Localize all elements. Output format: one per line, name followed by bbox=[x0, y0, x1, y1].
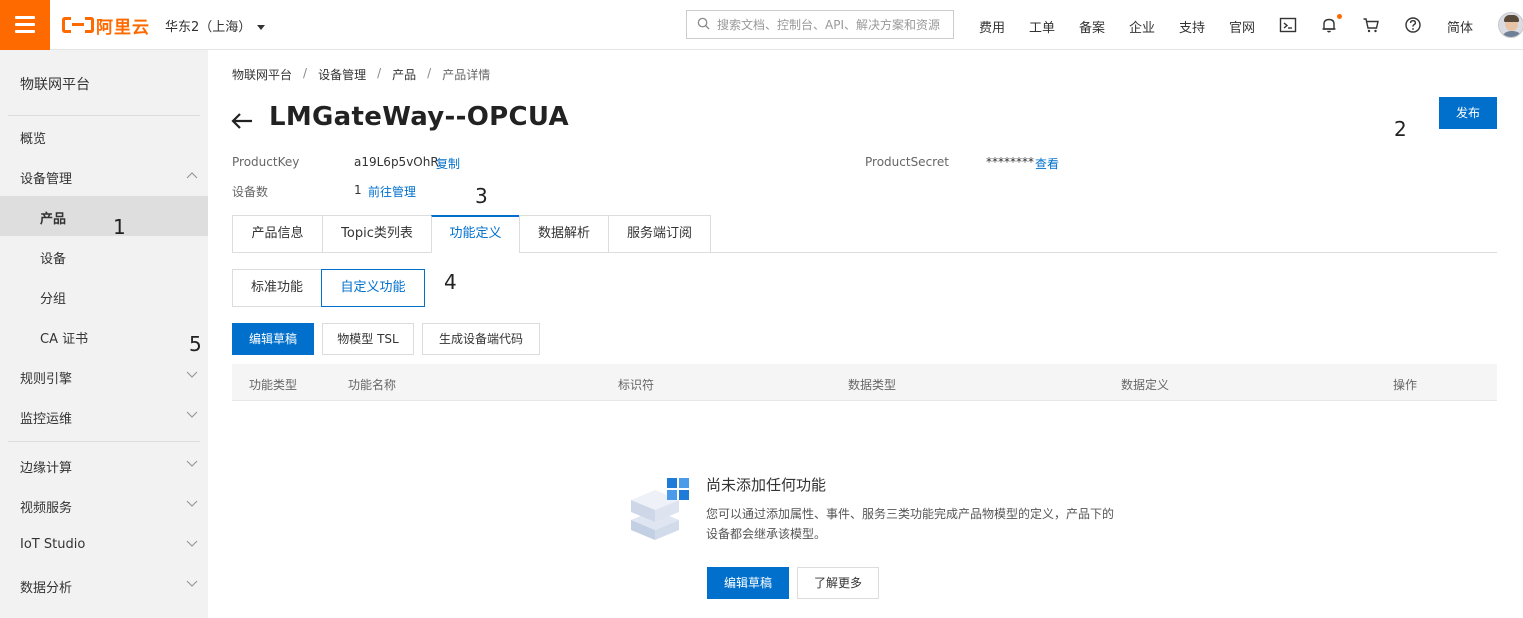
annotation-4: 4 bbox=[444, 270, 457, 294]
region-label: 华东2（上海） bbox=[165, 20, 252, 35]
back-arrow-icon[interactable] bbox=[231, 112, 253, 130]
column-function-type: 功能类型 bbox=[249, 378, 298, 392]
breadcrumb: 物联网平台 / 设备管理 / 产品 / 产品详情 bbox=[232, 66, 491, 83]
help-icon[interactable] bbox=[1403, 15, 1423, 35]
product-secret-value: ******** bbox=[986, 155, 1034, 169]
empty-edit-draft-button[interactable]: 编辑草稿 bbox=[707, 567, 789, 599]
edit-draft-button[interactable]: 编辑草稿 bbox=[232, 323, 314, 355]
column-actions: 操作 bbox=[1393, 378, 1418, 392]
terminal-icon[interactable] bbox=[1278, 15, 1298, 35]
language-switch[interactable]: 简体 bbox=[1447, 17, 1473, 36]
chevron-down-icon bbox=[186, 500, 198, 507]
chevron-down-icon bbox=[186, 460, 198, 467]
user-avatar[interactable] bbox=[1498, 12, 1523, 38]
annotation-5: 5 bbox=[189, 332, 202, 356]
notification-dot bbox=[1337, 14, 1342, 19]
sidebar-item-monitoring[interactable]: 监控运维 bbox=[0, 396, 208, 436]
learn-more-button[interactable]: 了解更多 bbox=[797, 567, 879, 599]
column-identifier: 标识符 bbox=[618, 378, 655, 392]
search-box[interactable] bbox=[686, 10, 954, 39]
tab-topic-list[interactable]: Topic类列表 bbox=[322, 215, 432, 253]
sidebar-item-rule-engine[interactable]: 规则引擎 bbox=[0, 356, 208, 396]
device-count-value: 1 bbox=[354, 183, 362, 197]
annotation-2: 2 bbox=[1394, 117, 1407, 141]
sidebar-item-device-management[interactable]: 设备管理 bbox=[0, 156, 208, 196]
sidebar-item-overview[interactable]: 概览 bbox=[0, 116, 208, 156]
sidebar-item-devices[interactable]: 设备 bbox=[0, 236, 208, 276]
tab-product-info[interactable]: 产品信息 bbox=[232, 215, 323, 253]
aliyun-logo-icon bbox=[62, 15, 94, 35]
sidebar-item-iot-studio[interactable]: IoT Studio bbox=[0, 525, 208, 565]
tab-server-subscription[interactable]: 服务端订阅 bbox=[608, 215, 711, 253]
sidebar-item-products[interactable]: 产品 bbox=[0, 196, 208, 236]
sidebar-item-video-service[interactable]: 视频服务 bbox=[0, 485, 208, 525]
breadcrumb-iot-platform[interactable]: 物联网平台 bbox=[232, 66, 292, 83]
bell-icon[interactable] bbox=[1319, 15, 1339, 35]
manage-devices-link[interactable]: 前往管理 bbox=[368, 183, 416, 200]
product-key-label: ProductKey bbox=[232, 155, 300, 169]
breadcrumb-product-detail: 产品详情 bbox=[442, 68, 491, 82]
segment-standard-functions[interactable]: 标准功能 bbox=[232, 269, 322, 307]
breadcrumb-device-management[interactable]: 设备管理 bbox=[318, 66, 366, 83]
nav-fees[interactable]: 费用 bbox=[979, 17, 1005, 36]
column-data-definition: 数据定义 bbox=[1121, 378, 1170, 392]
brand-name: 阿里云 bbox=[96, 17, 150, 38]
sidebar-item-ca-certificate[interactable]: CA 证书 bbox=[0, 316, 208, 356]
sidebar-divider bbox=[8, 441, 200, 442]
sidebar-item-groups[interactable]: 分组 bbox=[0, 276, 208, 316]
region-selector[interactable]: 华东2（上海） bbox=[165, 16, 266, 35]
empty-state-description: 您可以通过添加属性、事件、服务三类功能完成产品物模型的定义，产品下的设备都会继承… bbox=[706, 507, 1115, 541]
segment-custom-functions[interactable]: 自定义功能 bbox=[321, 269, 425, 307]
table-header: 功能类型 功能名称 标识符 数据类型 数据定义 操作 bbox=[232, 364, 1497, 401]
chevron-down-icon bbox=[186, 371, 198, 378]
annotation-1: 1 bbox=[113, 215, 126, 239]
sidebar-title: 物联网平台 bbox=[20, 77, 90, 93]
nav-support[interactable]: 支持 bbox=[1179, 17, 1205, 36]
menu-button[interactable] bbox=[0, 0, 50, 50]
nav-enterprise[interactable]: 企业 bbox=[1129, 17, 1155, 36]
cart-icon[interactable] bbox=[1361, 15, 1381, 35]
caret-down-icon bbox=[257, 25, 266, 30]
product-key-value: a19L6p5vOhR bbox=[354, 155, 439, 169]
copy-link[interactable]: 复制 bbox=[436, 155, 460, 172]
sidebar-item-data-analysis[interactable]: 数据分析 bbox=[0, 565, 208, 605]
annotation-3: 3 bbox=[475, 184, 488, 208]
nav-tickets[interactable]: 工单 bbox=[1029, 17, 1055, 36]
search-input[interactable] bbox=[717, 15, 949, 35]
top-bar: 阿里云 华东2（上海） 费用 工单 备案 企业 支持 官网 简体 bbox=[0, 0, 1523, 50]
empty-state-illustration-icon bbox=[631, 478, 689, 540]
nav-icp[interactable]: 备案 bbox=[1079, 17, 1105, 36]
aliyun-logo[interactable]: 阿里云 bbox=[62, 13, 150, 38]
menu-icon bbox=[15, 16, 35, 19]
sidebar: 物联网平台 概览 设备管理 产品 设备 分组 CA 证书 规则引擎 监控运维 边… bbox=[0, 50, 208, 618]
breadcrumb-products[interactable]: 产品 bbox=[392, 66, 416, 83]
view-secret-link[interactable]: 查看 bbox=[1035, 155, 1059, 172]
chevron-down-icon bbox=[186, 580, 198, 587]
generate-device-code-button[interactable]: 生成设备端代码 bbox=[422, 323, 540, 355]
publish-button[interactable]: 发布 bbox=[1439, 97, 1497, 129]
search-icon bbox=[697, 17, 710, 30]
tab-function-definition[interactable]: 功能定义 bbox=[431, 215, 520, 253]
tsl-button[interactable]: 物模型 TSL bbox=[322, 323, 414, 355]
column-function-name: 功能名称 bbox=[348, 378, 397, 392]
chevron-down-icon bbox=[186, 540, 198, 547]
empty-state-title: 尚未添加任何功能 bbox=[706, 476, 827, 494]
nav-official-site[interactable]: 官网 bbox=[1229, 17, 1255, 36]
column-data-type: 数据类型 bbox=[848, 378, 897, 392]
product-secret-label: ProductSecret bbox=[865, 155, 949, 169]
page-title: LMGateWay--OPCUA bbox=[269, 102, 569, 132]
sidebar-item-edge-computing[interactable]: 边缘计算 bbox=[0, 445, 208, 485]
device-count-label: 设备数 bbox=[232, 185, 269, 199]
chevron-down-icon bbox=[186, 411, 198, 418]
chevron-up-icon bbox=[186, 172, 198, 179]
tab-data-parsing[interactable]: 数据解析 bbox=[519, 215, 609, 253]
